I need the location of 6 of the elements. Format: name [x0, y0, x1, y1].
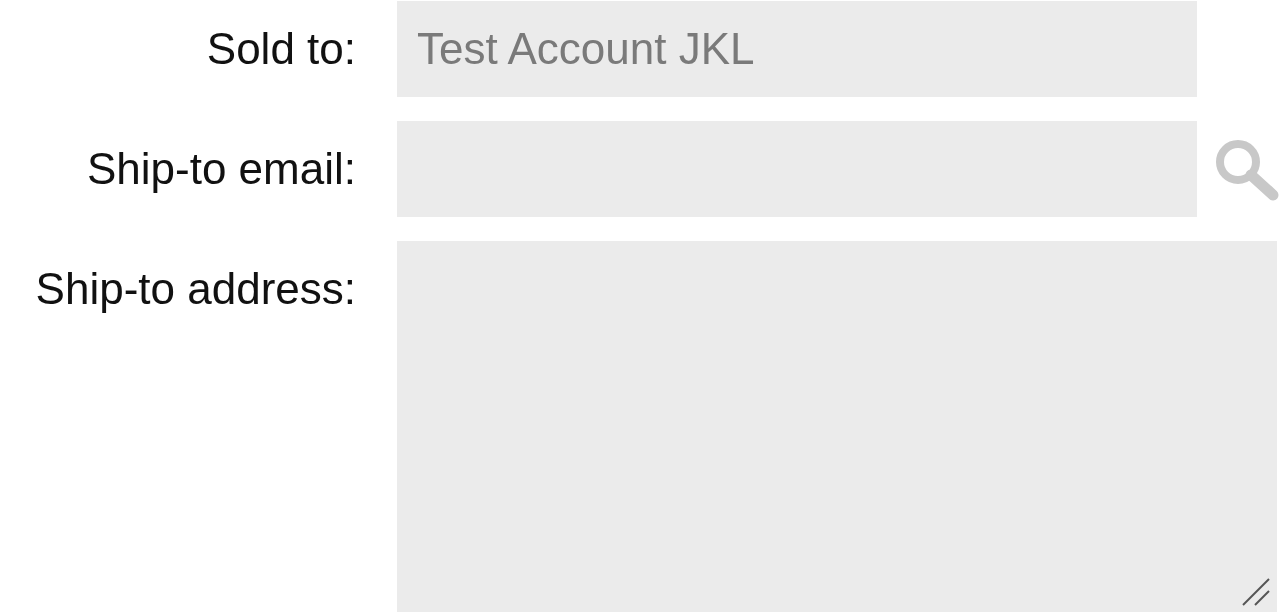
search-icon[interactable]: [1213, 137, 1279, 201]
field-label: Sold to:: [206, 23, 356, 75]
field-label: Ship-to address:: [35, 263, 356, 315]
input-field[interactable]: Test Account JKL: [397, 1, 1197, 97]
field-label: Ship-to email:: [87, 143, 356, 195]
resize-grip-icon[interactable]: [1241, 577, 1271, 607]
